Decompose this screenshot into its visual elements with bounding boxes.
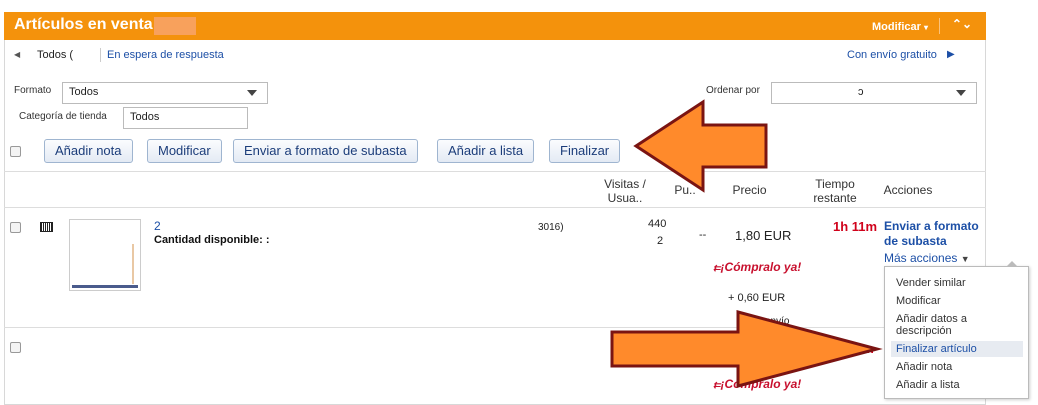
buy-it-now-label: ⇇¡Cómpralo ya! <box>713 260 802 274</box>
more-actions-menu: Vender similar Modificar Añadir datos a … <box>884 261 1029 399</box>
status-tabs: ◀ Todos ( En espera de respuesta Con env… <box>4 40 986 70</box>
col-time-line1: Tiempo <box>815 177 855 191</box>
header-separator <box>939 18 940 34</box>
scroll-left-icon[interactable]: ◀ <box>14 50 20 59</box>
time-left: 1h 11m <box>833 219 878 234</box>
modify-label: Modificar <box>872 21 921 33</box>
buy-now-text: ¡Cómpralo <box>720 260 781 274</box>
dropdown-arrow-icon <box>247 90 257 96</box>
buy-now-ya: ya! <box>783 260 802 274</box>
col-visits-line1: Visitas / <box>604 177 646 191</box>
col-actions: Acciones <box>883 183 933 197</box>
pu-value: -- <box>699 229 707 241</box>
time-left: 1m <box>855 341 874 356</box>
caret-down-icon: ▾ <box>923 23 928 32</box>
row-checkbox[interactable] <box>10 222 21 233</box>
tab-separator <box>100 48 101 62</box>
col-visits-line2: Usua.. <box>607 191 643 205</box>
send-auction-action-link[interactable]: Enviar a formato de subasta <box>884 219 984 249</box>
format-select[interactable]: Todos <box>62 82 268 104</box>
more-actions-label: Más acciones <box>884 251 958 265</box>
dropdown-arrow-icon <box>956 90 966 96</box>
store-category-label: Categoría de tienda <box>19 111 107 122</box>
modify-button[interactable]: Modificar <box>147 139 222 163</box>
format-value: Todos <box>69 86 99 98</box>
divider <box>4 207 986 208</box>
divider <box>4 327 986 328</box>
item-title-link[interactable]: 2 <box>154 219 161 233</box>
menu-item-sell-similar[interactable]: Vender similar <box>891 275 1023 291</box>
menu-notch <box>1006 261 1018 267</box>
select-all-checkbox[interactable] <box>10 146 21 157</box>
row-checkbox[interactable] <box>10 342 21 353</box>
scroll-right-icon[interactable]: ▶ <box>947 49 955 60</box>
col-visits[interactable]: Visitas / Usua.. <box>590 177 660 205</box>
listings-panel <box>4 12 986 405</box>
format-label: Formato <box>14 85 52 96</box>
collapse-expand-icon[interactable]: ⌃⌄ <box>952 17 972 31</box>
visits-count: 440 <box>648 218 667 230</box>
divider <box>4 171 986 172</box>
tab-all[interactable]: Todos ( <box>37 49 73 61</box>
sort-label: Ordenar por <box>706 85 760 96</box>
menu-item-end-listing[interactable]: Finalizar artículo <box>891 341 1023 357</box>
modify-menu-button[interactable]: Modificar ▾ <box>872 21 928 33</box>
shipping-label: envío <box>765 316 790 327</box>
panel-header: Artículos en venta Modificar ▾ ⌃⌄ <box>4 12 986 40</box>
more-actions-link[interactable]: Más acciones ▼ <box>884 251 970 265</box>
menu-item-add-note[interactable]: Añadir nota <box>891 359 1023 375</box>
tab-waiting-response[interactable]: En espera de respuesta <box>107 49 224 61</box>
col-price[interactable]: Precio <box>722 183 777 197</box>
add-to-list-button[interactable]: Añadir a lista <box>437 139 535 163</box>
buy-now-ya: ya! <box>783 377 802 391</box>
price-value: 1,80 EUR <box>735 228 792 243</box>
caret-down-icon: ▼ <box>960 254 970 264</box>
shipping-cost: + 0,60 EUR <box>728 292 786 304</box>
sort-select[interactable]: ɔ <box>771 82 977 104</box>
redacted-count <box>154 17 196 35</box>
sort-value: ɔ <box>858 86 864 98</box>
finish-button[interactable]: Finalizar <box>549 139 621 163</box>
tab-free-shipping[interactable]: Con envío gratuito <box>847 49 937 61</box>
store-category-value: Todos <box>130 111 160 123</box>
menu-item-modify[interactable]: Modificar <box>891 293 1023 309</box>
page-title: Artículos en venta <box>14 16 153 33</box>
barcode-icon <box>40 222 53 232</box>
send-to-auction-button[interactable]: Enviar a formato de subasta <box>233 139 418 163</box>
watchers-count: 2 <box>657 235 664 247</box>
menu-item-add-description[interactable]: Añadir datos a descripción <box>891 311 1023 339</box>
add-note-button[interactable]: Añadir nota <box>44 139 133 163</box>
col-time-line2: restante <box>813 191 857 205</box>
item-id-fragment: 3016) <box>538 222 564 233</box>
quantity-available-label: Cantidad disponible: : <box>154 234 270 246</box>
store-category-input[interactable]: Todos <box>123 107 248 129</box>
menu-item-add-to-list[interactable]: Añadir a lista <box>891 377 1023 393</box>
col-pu[interactable]: Pu.. <box>670 183 700 197</box>
item-thumbnail[interactable] <box>69 219 141 291</box>
buy-it-now-label: ⇇¡Cómpralo ya! <box>713 377 802 391</box>
col-time-left[interactable]: Tiempo restante <box>800 177 870 205</box>
buy-now-text: ¡Cómpralo <box>720 377 781 391</box>
